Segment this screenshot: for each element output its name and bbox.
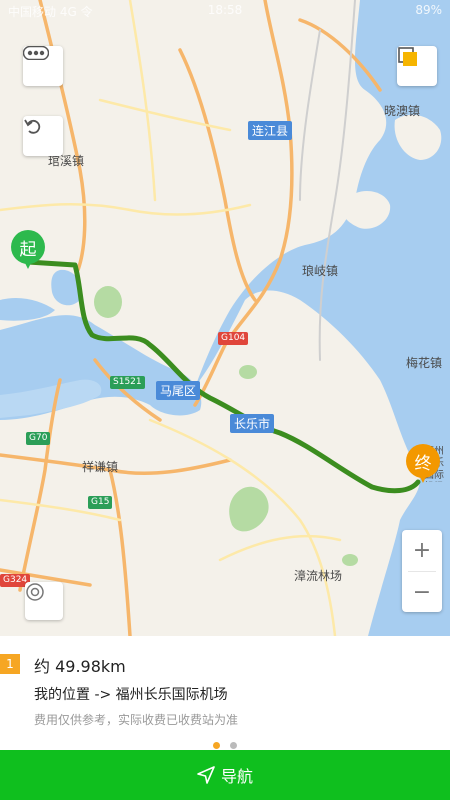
place-label: 琅岐镇 (302, 264, 339, 278)
place-label: 梅花镇 (406, 356, 443, 370)
layers-button[interactable] (397, 46, 437, 86)
route-description: 我的位置 -> 福州长乐国际机场 (34, 687, 228, 703)
back-button[interactable] (23, 116, 63, 156)
navigate-button[interactable]: 导航 (0, 750, 450, 800)
road-shield: G70 (26, 432, 51, 445)
zoom-in-button[interactable]: + (402, 530, 442, 571)
route-info-panel[interactable]: 1 约 49.98km 我的位置 -> 福州长乐国际机场 费用仅供参考，实际收费… (0, 636, 450, 750)
layers-icon (398, 47, 417, 66)
route-distance: 约 49.98km (34, 657, 126, 676)
place-label-major: 马尾区 (156, 381, 201, 400)
status-bar: 中国移动 4G 令 18:58 89% (0, 0, 450, 22)
place-label: 漳流林场 (294, 569, 343, 583)
locate-button[interactable] (25, 582, 63, 620)
clock-text: 18:58 (207, 3, 243, 17)
navigate-label: 导航 (220, 767, 253, 786)
zoom-control: + − (402, 530, 442, 612)
place-label: 祥谦镇 (82, 460, 119, 474)
road-shield: G104 (218, 332, 249, 345)
page-dot[interactable] (213, 742, 220, 749)
locate-target-icon (26, 583, 44, 601)
road-shield: G15 (88, 496, 113, 509)
undo-arrow-icon (24, 119, 41, 134)
battery-text: 89% (415, 3, 442, 17)
place-label-major: 长乐市 (230, 414, 275, 433)
place-label: 晓澳镇 (384, 104, 421, 118)
road-shield: S1521 (110, 376, 145, 389)
map-view[interactable]: 中国移动 4G 令 18:58 89% 晓澳镇 连江县 琯溪镇 琅岐镇 梅花镇 … (0, 0, 450, 636)
toll-note: 费用仅供参考，实际收费已收费站为准 (34, 713, 239, 727)
navigation-arrow-icon (197, 766, 215, 784)
more-options-button[interactable] (23, 46, 63, 86)
place-label-major: 连江县 (248, 121, 293, 140)
more-dots-icon (23, 46, 49, 60)
start-marker[interactable]: 起 (11, 230, 45, 269)
end-marker[interactable]: 终 (406, 444, 440, 483)
page-dot[interactable] (230, 742, 237, 749)
route-index-badge: 1 (0, 654, 20, 674)
zoom-out-button[interactable]: − (402, 572, 442, 613)
map-canvas (0, 0, 450, 636)
